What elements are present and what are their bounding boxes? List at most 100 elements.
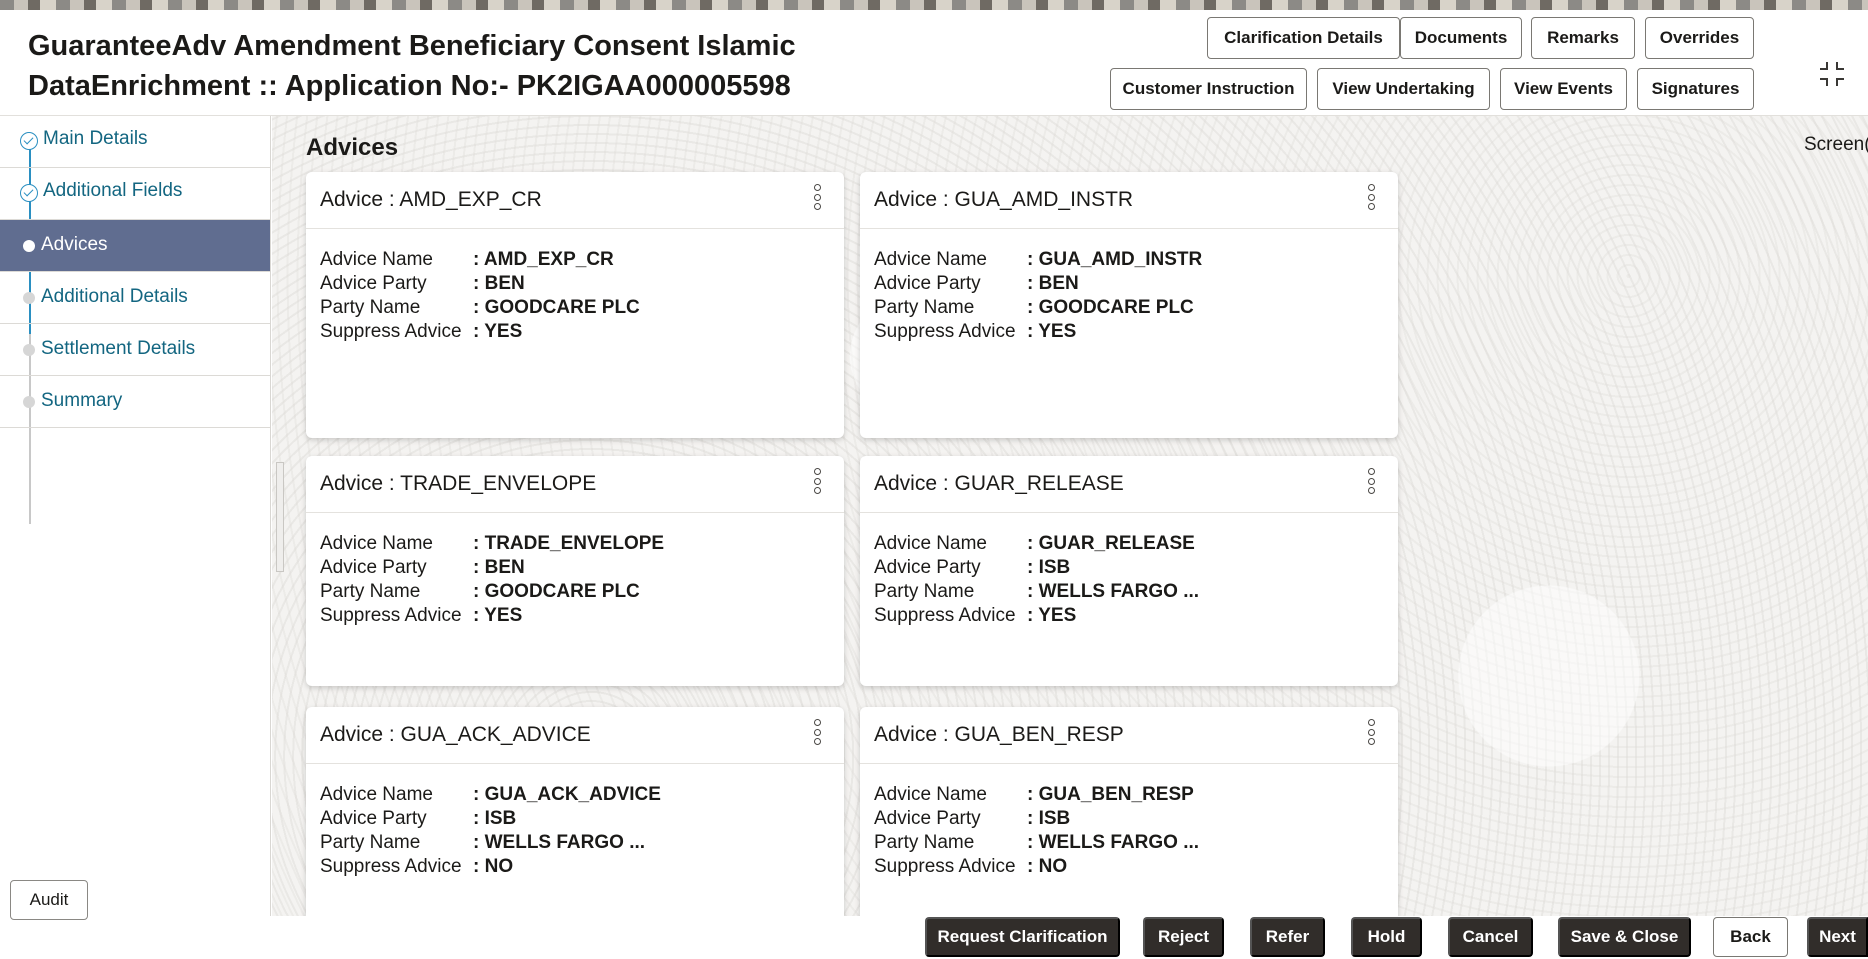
suppress-advice-label: Suppress Advice: [320, 605, 462, 626]
suppress-advice-value: : YES: [473, 605, 523, 626]
advice-name-value: : GUAR_RELEASE: [1027, 533, 1195, 554]
advice-card-title: Advice : AMD_EXP_CR: [320, 188, 542, 211]
step-dot-icon: [23, 344, 35, 356]
back-button[interactable]: Back: [1713, 917, 1788, 957]
sidebar-item-label: Summary: [41, 390, 123, 411]
suppress-advice-label: Suppress Advice: [874, 321, 1016, 342]
next-button[interactable]: Next: [1807, 917, 1868, 957]
party-name-label: Party Name: [874, 581, 975, 602]
party-name-value: : WELLS FARGO ...: [1027, 581, 1200, 602]
party-name-value: : WELLS FARGO ...: [1027, 832, 1200, 853]
advice-card: Advice : TRADE_ENVELOPE Advice Name: TRA…: [306, 456, 844, 686]
advice-card-title: Advice : GUAR_RELEASE: [874, 472, 1124, 495]
resize-handle[interactable]: [276, 462, 284, 572]
party-name-label: Party Name: [874, 297, 975, 318]
sidebar-item-additional-fields[interactable]: Additional Fields: [0, 168, 270, 220]
sidebar-item-label: Additional Details: [41, 286, 188, 307]
more-options-icon[interactable]: [1368, 468, 1378, 500]
suppress-advice-label: Suppress Advice: [320, 856, 462, 877]
suppress-advice-value: : NO: [1027, 856, 1068, 877]
signatures-button[interactable]: Signatures: [1637, 68, 1754, 110]
expand-arrows-icon[interactable]: [1818, 60, 1846, 88]
advice-card-title: Advice : GUA_AMD_INSTR: [874, 188, 1134, 211]
advice-card-header: Advice : GUA_BEN_RESP: [860, 707, 1398, 764]
more-options-icon[interactable]: [814, 184, 824, 216]
advice-card-header: Advice : TRADE_ENVELOPE: [306, 456, 844, 513]
suppress-advice-value: : YES: [1027, 605, 1077, 626]
suppress-advice-label: Suppress Advice: [320, 321, 462, 342]
page-header: GuaranteeAdv Amendment Beneficiary Conse…: [0, 10, 1868, 116]
advice-card: Advice : GUA_AMD_INSTR Advice Name: GUA_…: [860, 172, 1398, 438]
more-options-icon[interactable]: [814, 468, 824, 500]
refer-button[interactable]: Refer: [1250, 917, 1325, 957]
sidebar-item-label: Advices: [41, 234, 108, 255]
overrides-button[interactable]: Overrides: [1645, 17, 1754, 59]
remarks-button[interactable]: Remarks: [1531, 17, 1635, 59]
party-name-value: : GOODCARE PLC: [473, 581, 640, 602]
page-title: GuaranteeAdv Amendment Beneficiary Conse…: [28, 26, 888, 106]
view-undertaking-button[interactable]: View Undertaking: [1317, 68, 1490, 110]
action-footer: Request Clarification Reject Refer Hold …: [272, 916, 1868, 959]
check-circle-icon: [20, 184, 38, 202]
sidebar-item-advices[interactable]: Advices: [0, 220, 270, 272]
request-clarification-button[interactable]: Request Clarification: [925, 917, 1120, 957]
cancel-button[interactable]: Cancel: [1448, 917, 1533, 957]
sidebar-item-label: Settlement Details: [41, 338, 196, 359]
advice-name-value: : GUA_BEN_RESP: [1027, 784, 1194, 805]
advice-card-title: Advice : GUA_BEN_RESP: [874, 723, 1124, 746]
suppress-advice-value: : NO: [473, 856, 514, 877]
advice-card-header: Advice : GUAR_RELEASE: [860, 456, 1398, 513]
advice-card: Advice : AMD_EXP_CR Advice Name : AMD_EXP…: [306, 172, 844, 438]
advice-party-label: Advice Party: [874, 808, 981, 829]
hold-button[interactable]: Hold: [1351, 917, 1422, 957]
step-dot-icon: [23, 396, 35, 408]
suppress-advice-value: : YES: [473, 321, 523, 342]
sidebar-item-settlement-details[interactable]: Settlement Details: [0, 324, 270, 376]
advice-name-value: : GUA_ACK_ADVICE: [473, 784, 661, 805]
view-events-button[interactable]: View Events: [1500, 68, 1627, 110]
step-dot-icon: [23, 240, 35, 252]
decorative-top-banner: [0, 0, 1868, 10]
sidebar-item-label: Main Details: [43, 128, 148, 149]
advice-party-value: : ISB: [1027, 557, 1071, 578]
sidebar-item-summary[interactable]: Summary: [0, 376, 270, 428]
more-options-icon[interactable]: [1368, 719, 1378, 751]
audit-button[interactable]: Audit: [10, 880, 88, 920]
party-name-label: Party Name: [874, 832, 975, 853]
advice-party-value: : BEN: [1027, 273, 1079, 294]
advice-card-title: Advice : GUA_ACK_ADVICE: [320, 723, 591, 746]
advice-name-label: Advice Name: [320, 533, 433, 554]
reject-button[interactable]: Reject: [1143, 917, 1224, 957]
suppress-advice-value: : YES: [1027, 321, 1077, 342]
advice-party-label: Advice Party: [320, 808, 427, 829]
save-and-close-button[interactable]: Save & Close: [1558, 917, 1691, 957]
advice-card-header: Advice : GUA_ACK_ADVICE: [306, 707, 844, 764]
party-name-label: Party Name: [320, 581, 421, 602]
advice-name-value: : AMD_EXP_CR: [473, 249, 614, 270]
customer-instruction-button[interactable]: Customer Instruction: [1110, 68, 1307, 110]
advice-card: Advice : GUA_ACK_ADVICE Advice Name : GUA…: [306, 707, 844, 916]
advice-party-value: : BEN: [473, 557, 525, 578]
screen-label: Screen(: [1804, 134, 1868, 155]
step-dot-icon: [23, 292, 35, 304]
more-options-icon[interactable]: [1368, 184, 1378, 216]
advice-party-value: : ISB: [1027, 808, 1071, 829]
advice-name-label: Advice Name: [320, 784, 433, 805]
sidebar-item-main-details[interactable]: Main Details: [0, 116, 270, 168]
party-name-value: : WELLS FARGO ...: [473, 832, 646, 853]
party-name-label: Party Name: [320, 832, 421, 853]
suppress-advice-label: Suppress Advice: [874, 605, 1016, 626]
advice-name-label: Advice Name: [320, 249, 433, 270]
clarification-details-button[interactable]: Clarification Details: [1207, 17, 1400, 59]
advice-card-title: Advice : TRADE_ENVELOPE: [320, 472, 597, 495]
advice-party-value: : ISB: [473, 808, 517, 829]
documents-button[interactable]: Documents: [1400, 17, 1522, 59]
advice-name-label: Advice Name: [874, 784, 987, 805]
more-options-icon[interactable]: [814, 719, 824, 751]
page-title-line2: DataEnrichment :: Application No:- PK2IG…: [28, 70, 791, 102]
sidebar-item-additional-details[interactable]: Additional Details: [0, 272, 270, 324]
advice-card: Advice : GUA_BEN_RESP Advice Name : GUA_B…: [860, 707, 1398, 916]
section-title: Advices: [306, 134, 399, 161]
advice-name-label: Advice Name: [874, 249, 987, 270]
check-circle-icon: [20, 132, 38, 150]
